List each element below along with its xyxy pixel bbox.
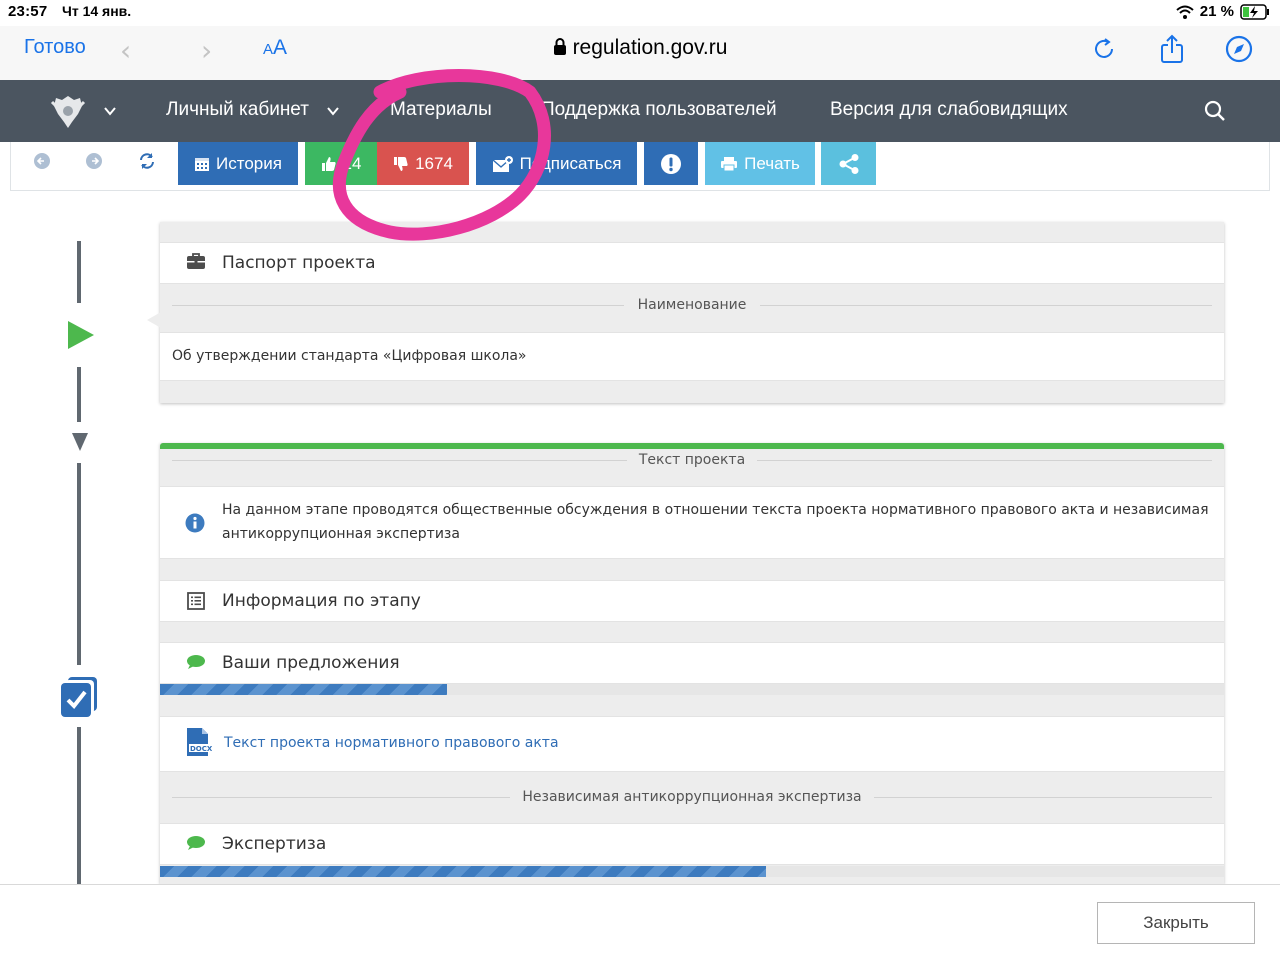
- printer-icon: [721, 156, 738, 171]
- thumbs-up-icon: [321, 156, 336, 171]
- close-button[interactable]: Закрыть: [1097, 902, 1255, 944]
- stage-checklist-icon: [61, 677, 97, 717]
- document-link[interactable]: Текст проекта нормативного правового акт…: [224, 735, 559, 751]
- stage-info-label[interactable]: Информация по этапу: [222, 591, 421, 611]
- expertise-label[interactable]: Экспертиза: [222, 834, 326, 854]
- history-label: История: [216, 153, 282, 173]
- arrow-down-icon: [72, 433, 88, 451]
- timeline-segment: [77, 463, 81, 665]
- status-date: Чт 14 янв.: [62, 3, 132, 19]
- battery-charging-icon: [1240, 3, 1269, 20]
- expertise-progress-fill: [160, 866, 767, 877]
- current-stage-play-icon: [68, 321, 94, 349]
- thumbs-down-icon: [394, 156, 408, 171]
- stage-status-bar: [160, 443, 1224, 449]
- chevron-down-icon[interactable]: [326, 104, 340, 118]
- url-text: regulation.gov.ru: [572, 36, 728, 59]
- list-icon: [187, 592, 205, 610]
- timeline-segment: [77, 241, 81, 303]
- nav-user-support[interactable]: Поддержка пользователей: [541, 99, 777, 121]
- comment-icon: [187, 655, 205, 669]
- passport-title: Паспорт проекта: [222, 253, 376, 273]
- calendar-icon: [195, 157, 210, 171]
- search-icon[interactable]: [1204, 100, 1226, 122]
- info-notice-row: [160, 486, 1224, 559]
- share-icon[interactable]: [1157, 34, 1187, 64]
- browser-toolbar: Готово ‹ › AA regulation.gov.ru: [0, 26, 1280, 80]
- comment-icon: [187, 836, 205, 850]
- forward-circle-icon[interactable]: [86, 153, 102, 169]
- share-button[interactable]: [821, 142, 876, 185]
- name-section-header: Наименование: [172, 297, 1212, 313]
- info-text-line-2: антикоррупционная экспертиза: [222, 526, 460, 542]
- share-nodes-icon: [839, 153, 858, 174]
- project-name-value: Об утверждении стандарта «Цифровая школа…: [172, 348, 527, 364]
- expertise-section-header: Независимая антикоррупционная экспертиза: [172, 789, 1212, 805]
- report-button[interactable]: [644, 142, 698, 185]
- proposals-label[interactable]: Ваши предложения: [222, 653, 400, 673]
- battery-percent: 21 %: [1199, 3, 1234, 20]
- subscribe-button[interactable]: Подписаться: [476, 142, 637, 185]
- expertise-progress: [160, 866, 1224, 877]
- wifi-icon: [1176, 5, 1194, 19]
- print-button[interactable]: Печать: [705, 142, 815, 185]
- dislike-button[interactable]: 1674: [377, 142, 469, 185]
- timeline-segment: [77, 367, 81, 422]
- dislike-count: 1674: [415, 153, 453, 173]
- envelope-plus-icon: [492, 155, 513, 172]
- timeline-segment: [77, 727, 81, 887]
- status-right: 21 %: [1176, 3, 1270, 20]
- site-header: Личный кабинет Материалы Поддержка польз…: [0, 80, 1280, 142]
- back-circle-icon[interactable]: [34, 153, 50, 169]
- docx-file-icon: DOCX: [187, 728, 212, 756]
- proposals-progress: [160, 684, 1224, 695]
- status-time: 23:57: [8, 3, 48, 20]
- history-button[interactable]: История: [178, 142, 298, 185]
- info-text-line-1: На данном этапе проводятся общественные …: [222, 502, 1209, 518]
- name-header-text: Наименование: [625, 297, 759, 313]
- info-icon: [185, 513, 205, 533]
- print-label: Печать: [744, 153, 800, 173]
- subscribe-label: Подписаться: [519, 153, 622, 173]
- compass-icon[interactable]: [1224, 34, 1254, 64]
- address-bar[interactable]: regulation.gov.ru: [0, 36, 1280, 60]
- chevron-down-icon[interactable]: [103, 104, 117, 118]
- lock-icon: [553, 38, 566, 55]
- exclamation-icon: [661, 153, 681, 174]
- bottom-bar: [0, 884, 1280, 960]
- proposals-progress-fill: [160, 684, 448, 695]
- project-text-header: Текст проекта: [626, 452, 758, 468]
- like-button[interactable]: 14: [305, 142, 377, 185]
- card-pointer: [147, 312, 161, 328]
- like-count: 14: [342, 153, 362, 173]
- svg-text:DOCX: DOCX: [190, 745, 212, 753]
- nav-materials[interactable]: Материалы: [390, 99, 492, 121]
- nav-accessibility-version[interactable]: Версия для слабовидящих: [830, 99, 1068, 121]
- reload-icon[interactable]: [1090, 34, 1120, 64]
- refresh-icon[interactable]: [138, 152, 156, 170]
- briefcase-icon: [187, 253, 205, 269]
- status-bar: 23:57 Чт 14 янв. 21 %: [0, 0, 1280, 26]
- project-text-section-header: Текст проекта: [172, 452, 1212, 468]
- emblem-logo-icon[interactable]: [48, 92, 88, 130]
- nav-personal-cabinet[interactable]: Личный кабинет: [166, 99, 309, 121]
- expertise-header-text: Независимая антикоррупционная экспертиза: [510, 789, 874, 805]
